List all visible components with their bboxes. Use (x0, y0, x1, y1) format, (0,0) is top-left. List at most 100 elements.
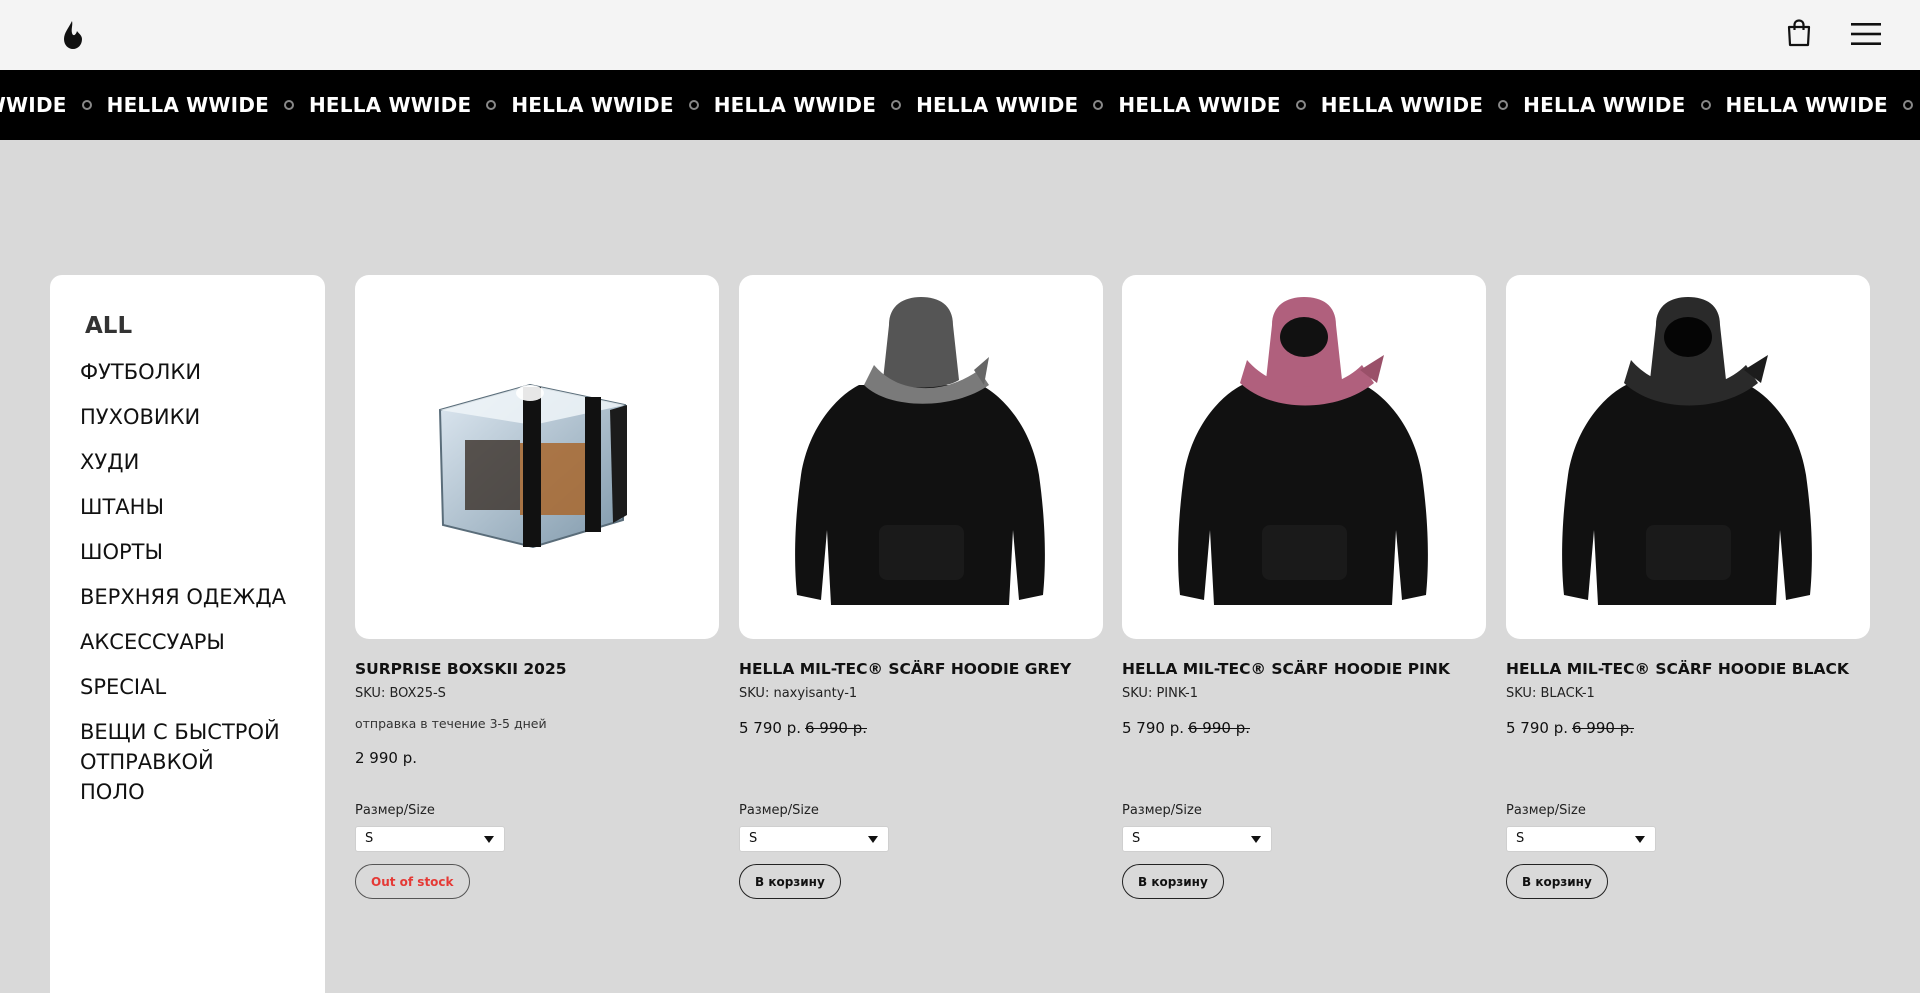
hamburger-menu-icon[interactable] (1851, 22, 1881, 46)
marquee-item: LA WWIDE (0, 93, 107, 117)
product-title[interactable]: HELLA MIL-TEC® SCÄRF HOODIE BLACK (1506, 660, 1849, 678)
size-select-value: S (1516, 831, 1525, 846)
shopping-bag-icon[interactable] (1786, 19, 1812, 47)
hoodie-black-scarf-image (1562, 297, 1812, 605)
marquee-text: HELLA WWIDE (1320, 93, 1484, 117)
marquee-text: HELLA WWIDE (1725, 93, 1888, 117)
product-image[interactable] (355, 275, 719, 639)
old-price: 6 990 р. (1572, 719, 1634, 737)
size-label: Размер/Size (1506, 803, 1586, 818)
size-label: Размер/Size (739, 803, 819, 818)
chevron-down-icon (868, 836, 878, 843)
marquee-item: HELLA WWIDE (511, 93, 713, 117)
product-sku: SKU: BOX25-S (355, 686, 446, 701)
circle-separator-icon (1498, 100, 1509, 110)
circle-separator-icon (81, 100, 92, 110)
add-to-cart-button[interactable]: В корзину (739, 864, 841, 899)
product-sku: SKU: naxyisanty-1 (739, 686, 858, 701)
old-price: 6 990 р. (1188, 719, 1250, 737)
category-shorts[interactable]: ШОРТЫ (80, 537, 286, 567)
circle-separator-icon (283, 100, 294, 110)
product-title[interactable]: HELLA MIL-TEC® SCÄRF HOODIE PINK (1122, 660, 1450, 678)
product-image[interactable] (1506, 275, 1870, 639)
marquee-text: HELLA WWIDE (511, 93, 674, 117)
add-to-cart-button[interactable]: В корзину (1122, 864, 1224, 899)
category-sidebar: ALL ФУТБОЛКИ ПУХОВИКИ ХУДИ ШТАНЫ ШОРТЫ В… (50, 275, 325, 993)
circle-separator-icon (486, 100, 497, 110)
current-price: 5 790 р. (1122, 719, 1184, 737)
size-select-value: S (1132, 831, 1141, 846)
hoodie-pink-scarf-image (1178, 297, 1428, 605)
size-select-value: S (749, 831, 758, 846)
old-price: 6 990 р. (805, 719, 867, 737)
circle-separator-icon (1700, 100, 1711, 110)
product-price: 5 790 р. 6 990 р. (1506, 719, 1634, 737)
marquee-text: HELLA WWIDE (1118, 93, 1281, 117)
category-outerwear[interactable]: ВЕРХНЯЯ ОДЕЖДА (80, 582, 286, 612)
size-select[interactable]: S (355, 826, 505, 852)
current-price: 2 990 р. (355, 749, 417, 767)
marquee-text: LA WWIDE (0, 93, 67, 117)
category-tshirts[interactable]: ФУТБОЛКИ (80, 357, 286, 387)
marquee-item: HELLA WWIDE (714, 93, 916, 117)
product-image[interactable] (739, 275, 1103, 639)
product-price: 5 790 р. 6 990 р. (1122, 719, 1250, 737)
drop-logo-icon[interactable] (60, 19, 90, 51)
marquee-track: LA WWIDE HELLA WWIDE HELLA WWIDE HELLA WWID… (0, 70, 1920, 140)
out-of-stock-button[interactable]: Out of stock (355, 864, 470, 899)
product-sku: SKU: BLACK-1 (1506, 686, 1595, 701)
product-card: HELLA MIL-TEC® SCÄRF HOODIE BLACK SKU: B… (1506, 275, 1870, 899)
marquee-item: HELLA WWIDE (916, 93, 1118, 117)
category-fast-shipping-line2[interactable]: ОТПРАВКОЙ (80, 747, 286, 777)
category-pants[interactable]: ШТАНЫ (80, 492, 286, 522)
product-price: 5 790 р. 6 990 р. (739, 719, 867, 737)
size-select[interactable]: S (739, 826, 889, 852)
category-down-jackets[interactable]: ПУХОВИКИ (80, 402, 286, 432)
current-price: 5 790 р. (1506, 719, 1568, 737)
size-select[interactable]: S (1506, 826, 1656, 852)
chevron-down-icon (1635, 836, 1645, 843)
marquee-text: HELLA WWIDE (106, 93, 269, 117)
product-card: HELLA MIL-TEC® SCÄRF HOODIE GREY SKU: na… (739, 275, 1103, 899)
circle-separator-icon (891, 100, 902, 110)
marquee-item: HELLA WWIDE (1321, 93, 1523, 117)
product-image[interactable] (1122, 275, 1486, 639)
category-fast-shipping-line1[interactable]: ВЕЩИ С БЫСТРОЙ (80, 717, 286, 747)
category-hoodies[interactable]: ХУДИ (80, 447, 286, 477)
clear-box-chest-image (438, 383, 627, 549)
brand-marquee: LA WWIDE HELLA WWIDE HELLA WWIDE HELLA WWID… (0, 70, 1920, 140)
size-label: Размер/Size (1122, 803, 1202, 818)
category-list: ФУТБОЛКИ ПУХОВИКИ ХУДИ ШТАНЫ ШОРТЫ ВЕРХН… (80, 357, 286, 807)
marquee-text: HELLA WWIDE (308, 93, 472, 117)
marquee-item: HELLA WWIDE (309, 93, 511, 117)
circle-separator-icon (1902, 100, 1913, 110)
product-price: 2 990 р. (355, 749, 417, 767)
add-to-cart-button[interactable]: В корзину (1506, 864, 1608, 899)
marquee-item: HELLA WWIDE (1726, 93, 1920, 117)
circle-separator-icon (1295, 100, 1306, 110)
category-special[interactable]: SPECIAL (80, 672, 286, 702)
product-title[interactable]: HELLA MIL-TEC® SCÄRF HOODIE GREY (739, 660, 1071, 678)
size-label: Размер/Size (355, 803, 435, 818)
circle-separator-icon (688, 100, 699, 110)
site-header (0, 0, 1920, 70)
product-card: SURPRISE BOXSKII 2025 SKU: BOX25-S отпра… (355, 275, 719, 899)
circle-separator-icon (1093, 100, 1104, 110)
marquee-item: HELLA WWIDE (1118, 93, 1320, 117)
marquee-text: HELLA WWIDE (916, 93, 1079, 117)
size-select-value: S (365, 831, 374, 846)
marquee-item: HELLA WWIDE (1523, 93, 1725, 117)
size-select[interactable]: S (1122, 826, 1272, 852)
category-polo[interactable]: ПОЛО (80, 777, 286, 807)
hoodie-grey-scarf-image (795, 297, 1045, 605)
product-card: HELLA MIL-TEC® SCÄRF HOODIE PINK SKU: PI… (1122, 275, 1486, 899)
product-title[interactable]: SURPRISE BOXSKII 2025 (355, 660, 567, 678)
marquee-text: HELLA WWIDE (1523, 93, 1686, 117)
category-accessories[interactable]: АКСЕССУАРЫ (80, 627, 286, 657)
category-all[interactable]: ALL (85, 313, 132, 339)
product-shipping-note: отправка в течение 3-5 дней (355, 716, 547, 731)
marquee-text: HELLA WWIDE (713, 93, 877, 117)
product-sku: SKU: PINK-1 (1122, 686, 1198, 701)
marquee-item: HELLA WWIDE (107, 93, 309, 117)
chevron-down-icon (484, 836, 494, 843)
